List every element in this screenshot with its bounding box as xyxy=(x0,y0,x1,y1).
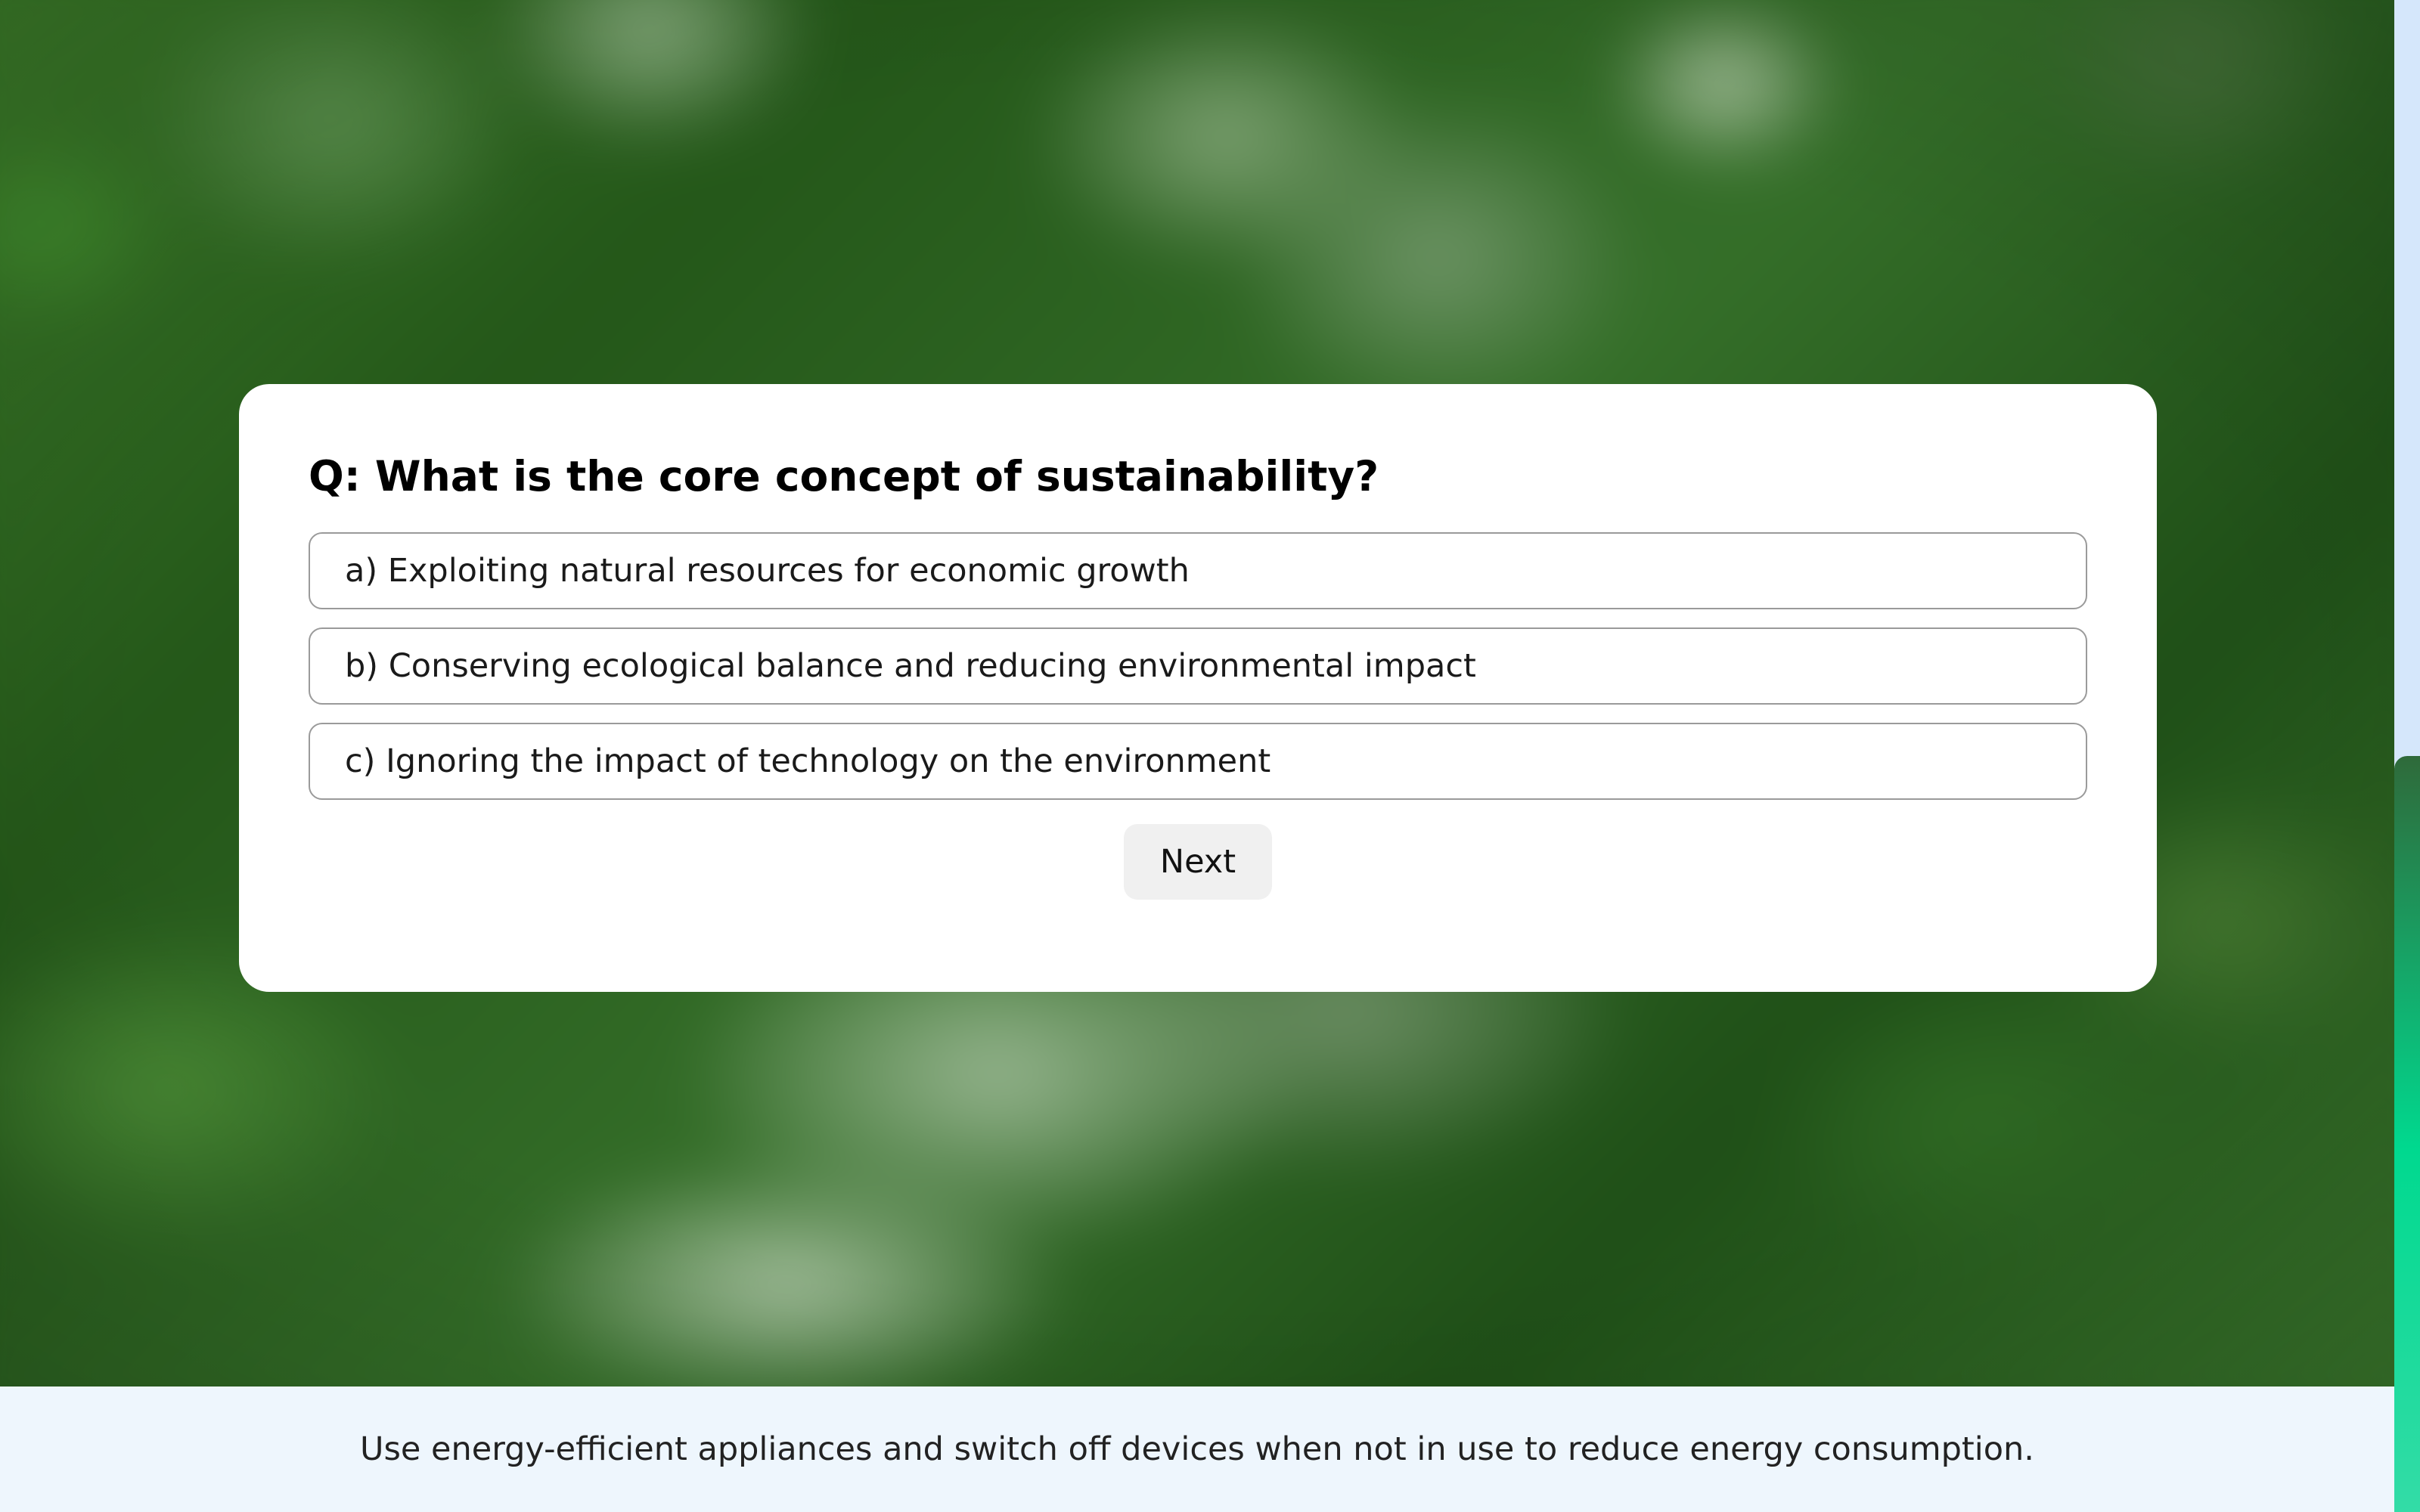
scrollbar-thumb[interactable] xyxy=(2394,756,2420,1512)
tip-footer: Use energy-efficient appliances and swit… xyxy=(0,1387,2394,1512)
quiz-page: Q: What is the core concept of sustainab… xyxy=(0,0,2420,1512)
blurred-forest-background: Q: What is the core concept of sustainab… xyxy=(0,0,2394,1387)
answer-option-b[interactable]: b) Conserving ecological balance and red… xyxy=(309,627,2087,705)
answer-options: a) Exploiting natural resources for econ… xyxy=(309,532,2087,800)
answer-option-c[interactable]: c) Ignoring the impact of technology on … xyxy=(309,723,2087,800)
next-button-container: Next xyxy=(309,824,2087,900)
answer-option-a[interactable]: a) Exploiting natural resources for econ… xyxy=(309,532,2087,609)
sustainability-tip: Use energy-efficient appliances and swit… xyxy=(360,1430,2034,1468)
next-button[interactable]: Next xyxy=(1124,824,1272,900)
page-scrollbar[interactable] xyxy=(2394,0,2420,1512)
question-title: Q: What is the core concept of sustainab… xyxy=(309,452,1379,500)
quiz-card: Q: What is the core concept of sustainab… xyxy=(239,384,2157,992)
